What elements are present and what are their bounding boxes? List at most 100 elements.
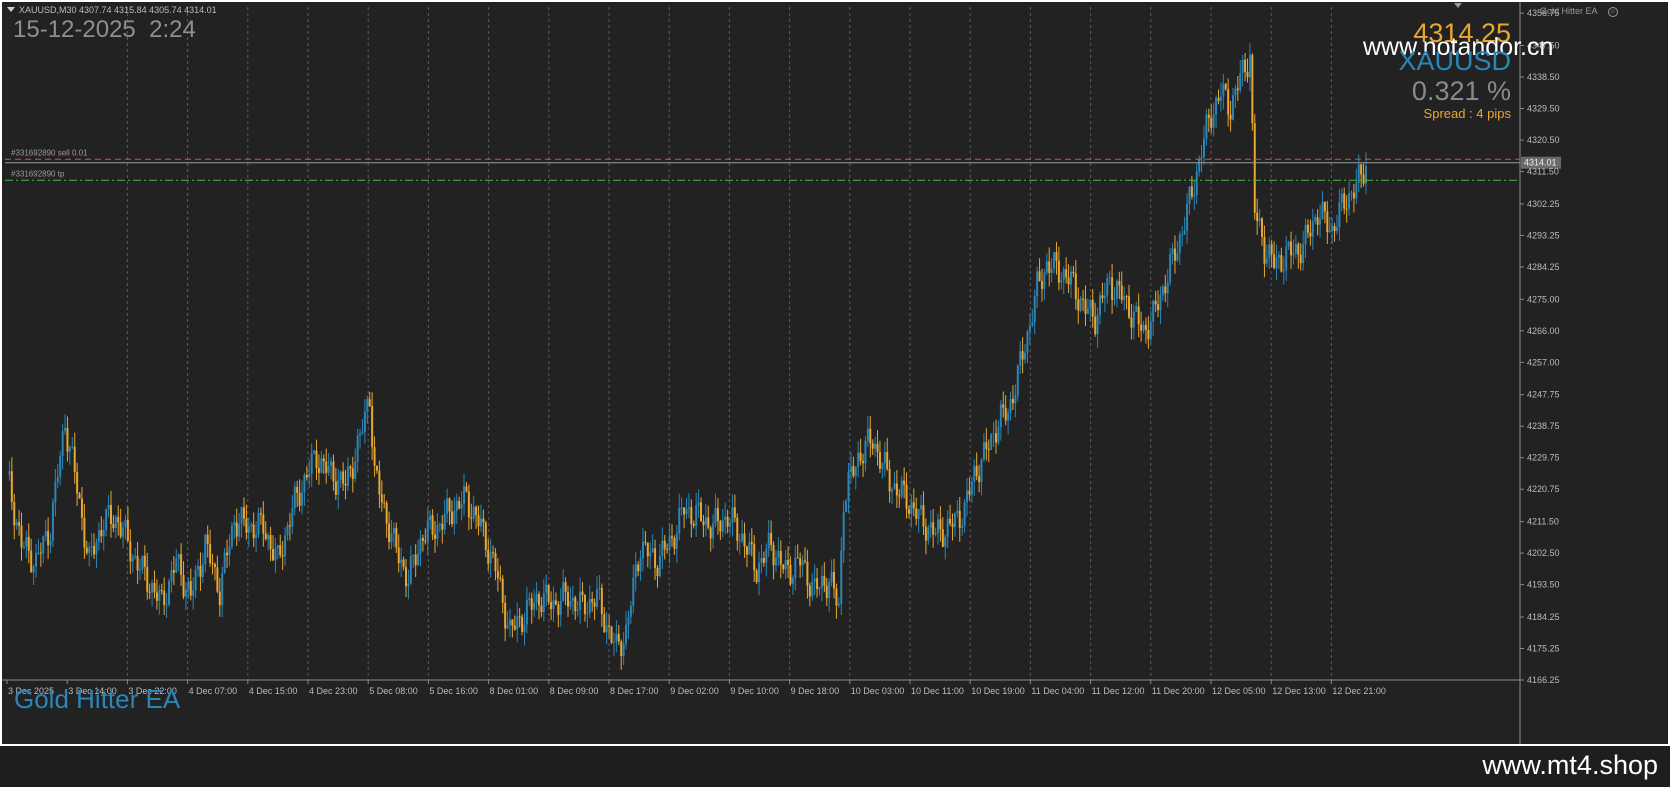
candle-body <box>513 625 516 630</box>
candle-body <box>632 577 635 606</box>
candle-body <box>431 515 434 535</box>
candle-body <box>138 569 141 571</box>
candle-body <box>281 555 284 557</box>
candle-body <box>475 506 478 516</box>
x-tick-label: 4 Dec 15:00 <box>249 686 298 696</box>
candle-body <box>134 555 137 558</box>
candle-body <box>204 534 207 565</box>
symbol-label: XAUUSD <box>1398 46 1511 76</box>
y-tick-label: 4275.00 <box>1527 294 1560 304</box>
candle-body <box>1360 164 1363 175</box>
candle-body <box>1190 186 1193 197</box>
candle-body <box>547 584 550 603</box>
candle-body <box>1011 398 1014 404</box>
y-tick-label: 4257.00 <box>1527 357 1560 367</box>
price-chart[interactable]: #331692890 sell 0.01#331692890 tp4314.01… <box>2 2 1668 744</box>
candle-body <box>893 483 896 490</box>
candle-body <box>1311 221 1314 237</box>
candle-body <box>1057 260 1060 283</box>
candle-body <box>146 566 149 592</box>
candle-body <box>155 592 158 601</box>
chart-shift-marker-icon[interactable] <box>1454 3 1462 8</box>
symbol-info: XAUUSD,M30 4307.74 4315.84 4305.74 4314.… <box>19 5 217 15</box>
candle-body <box>639 558 642 572</box>
candle-body <box>678 507 681 534</box>
candle-body <box>956 510 959 513</box>
candle-body <box>105 509 108 531</box>
chart-area[interactable]: #331692890 sell 0.01 #331692890 tp 4314.01… <box>2 2 1668 744</box>
smiley-icon: ☺ <box>1608 7 1618 17</box>
candle-body <box>56 476 59 482</box>
candle-body <box>1135 306 1138 312</box>
candle-body <box>658 555 661 577</box>
candle-body <box>709 527 712 539</box>
candle-body <box>175 558 178 573</box>
candle-body <box>93 545 96 555</box>
candle-body <box>842 512 845 551</box>
candle-body <box>629 605 632 617</box>
candle-body <box>361 431 364 434</box>
candle-body <box>1067 277 1070 285</box>
candle-body <box>743 533 746 547</box>
candle-body <box>878 451 881 469</box>
candle-body <box>397 547 400 564</box>
candle-body <box>803 560 806 562</box>
candle-body <box>966 490 969 503</box>
candle-body <box>492 552 495 554</box>
x-tick-label: 10 Dec 19:00 <box>971 686 1025 696</box>
candle-body <box>1316 217 1319 225</box>
candle-body <box>1166 282 1169 294</box>
candle-body <box>496 571 499 578</box>
candle-body <box>835 588 838 606</box>
candle-body <box>1232 95 1235 120</box>
candle-body <box>119 522 122 537</box>
x-tick-label: 11 Dec 12:00 <box>1092 686 1145 696</box>
spread-label: Spread : 4 pips <box>1423 106 1511 121</box>
candle-body <box>160 589 163 591</box>
candle-body <box>649 552 652 557</box>
candle-body <box>1309 232 1312 237</box>
candle-body <box>816 578 819 590</box>
candle-body <box>1161 286 1164 296</box>
candle-body <box>1321 201 1324 219</box>
chart-menu-icon[interactable] <box>7 7 15 12</box>
candle-body <box>100 530 103 537</box>
x-tick-label: 12 Dec 13:00 <box>1272 686 1326 696</box>
candle-body <box>1149 321 1152 340</box>
candle-body <box>574 597 577 612</box>
candle-body <box>64 427 67 431</box>
candle-body <box>760 557 763 564</box>
candle-body <box>90 545 93 548</box>
candle-body <box>339 471 342 481</box>
candle-body <box>330 461 333 466</box>
candle-body <box>675 533 678 549</box>
candle-body <box>666 549 669 551</box>
y-tick-label: 4266.00 <box>1527 326 1560 336</box>
candle-body <box>738 540 741 542</box>
candle-body <box>968 490 971 495</box>
candle-body <box>450 511 453 524</box>
y-tick-label: 4329.50 <box>1527 104 1560 114</box>
candle-body <box>641 541 644 559</box>
candle-body <box>1268 244 1271 259</box>
candle-body <box>934 533 937 535</box>
candle-body <box>927 527 930 541</box>
candle-body <box>1299 254 1302 264</box>
candle-body <box>871 443 874 449</box>
candle-body <box>941 529 944 547</box>
candle-body <box>18 522 21 526</box>
candle-body <box>741 533 744 541</box>
candle-body <box>247 526 250 533</box>
candle-body <box>583 594 586 614</box>
candle-body <box>472 506 475 519</box>
candle-body <box>833 571 836 589</box>
candle-body <box>1338 202 1341 228</box>
candle-body <box>158 589 161 601</box>
candle-body <box>351 468 354 479</box>
candle-body <box>238 523 241 537</box>
x-tick-label: 12 Dec 05:00 <box>1212 686 1266 696</box>
candle-body <box>929 522 932 528</box>
y-tick-label: 4311.50 <box>1527 167 1559 177</box>
candle-body <box>407 583 410 587</box>
candle-body <box>1038 271 1041 282</box>
